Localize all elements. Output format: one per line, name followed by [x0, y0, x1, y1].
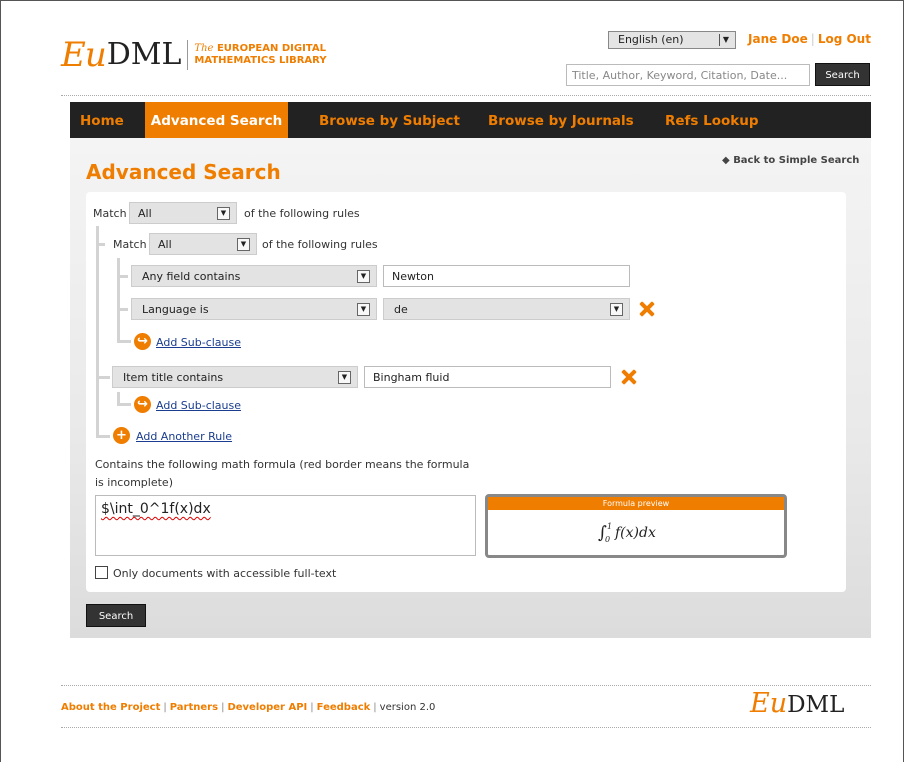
remove-rule2-close-icon[interactable] [639, 301, 655, 317]
back-to-simple-search[interactable]: ◆ Back to Simple Search [722, 155, 859, 166]
logo-dml: DML [106, 37, 182, 72]
language-value: English (en) [618, 33, 684, 46]
footer-links: About the Project | Partners | Developer API… [61, 702, 435, 713]
rule3-field-select[interactable]: Item title contains ▼ [112, 366, 358, 388]
tree-line [117, 340, 131, 343]
chevron-down-icon: ▼ [357, 303, 370, 316]
footer-separator: | [163, 702, 167, 713]
formula-label: Contains the following math formula (red… [95, 456, 469, 492]
chevron-down-icon: ▼ [719, 34, 732, 46]
match-select[interactable]: All ▼ [129, 202, 237, 224]
footer-about-link[interactable]: About the Project [61, 702, 160, 713]
add-subclause-link-2[interactable]: Add Sub-clause [156, 399, 241, 412]
tagline-line1: EUROPEAN DIGITAL [216, 43, 326, 54]
subclause-arrow-icon[interactable]: ↪ [134, 333, 151, 350]
chevron-down-icon: ▼ [610, 303, 623, 316]
footer-feedback-link[interactable]: Feedback [317, 702, 371, 713]
back-arrow-icon: ◆ [722, 155, 730, 166]
tree-line [96, 243, 105, 246]
footer-divider [61, 685, 871, 686]
formula-preview-title: Formula preview [488, 497, 784, 510]
rule2-value-select[interactable]: de ▼ [383, 298, 630, 320]
page-title: Advanced Search [86, 160, 281, 184]
formula-value: $\int_0^1f(x)dx [101, 501, 211, 517]
add-subclause-link-1[interactable]: Add Sub-clause [156, 336, 241, 349]
formula-render-svg: ∫ 1 0 f(x)dx [598, 522, 656, 544]
footer-separator: | [373, 702, 377, 713]
sub-match-select[interactable]: All ▼ [149, 233, 257, 255]
rule1-field-select[interactable]: Any field contains ▼ [131, 265, 377, 287]
footer-developer-api-link[interactable]: Developer API [227, 702, 307, 713]
chevron-down-icon: ▼ [357, 270, 370, 283]
formula-textarea[interactable]: $\int_0^1f(x)dx [95, 495, 476, 556]
back-link-label: Back to Simple Search [733, 155, 860, 166]
nav-home[interactable]: Home [80, 102, 124, 138]
chevron-down-icon: ▼ [217, 207, 230, 220]
footer-separator: | [221, 702, 225, 713]
tree-line [117, 403, 131, 406]
logo-eu: Eu [61, 35, 107, 75]
main-nav: Home Advanced Search Browse by Subject B… [70, 102, 871, 138]
rule1-value-input[interactable]: Newton [383, 265, 630, 287]
formula-label-line1: Contains the following math formula (red… [95, 458, 470, 471]
rule2-field-value: Language is [142, 303, 209, 316]
logo-tagline: The EUROPEAN DIGITAL MATHEMATICS LIBRARY [194, 43, 326, 67]
footer-partners-link[interactable]: Partners [170, 702, 218, 713]
remove-rule3-close-icon[interactable] [621, 369, 637, 385]
svg-text:0: 0 [605, 535, 610, 544]
chevron-down-icon: ▼ [338, 371, 351, 384]
tree-line [96, 376, 110, 379]
formula-preview: Formula preview ∫ 1 0 f(x)dx [485, 494, 787, 558]
nav-refs-lookup[interactable]: Refs Lookup [665, 102, 759, 138]
footer-separator: | [310, 702, 314, 713]
tree-line [96, 435, 110, 438]
formula-label-line2: is incomplete) [95, 476, 173, 489]
footer-logo-dml: DML [787, 692, 845, 718]
search-input[interactable]: Title, Author, Keyword, Citation, Date..… [566, 64, 810, 86]
nav-browse-journals[interactable]: Browse by Journals [488, 102, 634, 138]
nav-browse-subject[interactable]: Browse by Subject [319, 102, 460, 138]
user-separator: | [810, 32, 815, 46]
tree-line [117, 308, 128, 311]
footer-logo-eu: Eu [750, 688, 788, 719]
fulltext-checkbox[interactable] [95, 566, 108, 579]
rule3-value-input[interactable]: Bingham fluid [364, 366, 611, 388]
tagline-line2: MATHEMATICS LIBRARY [194, 55, 327, 66]
subclause-arrow-icon[interactable]: ↪ [134, 396, 151, 413]
tree-line [117, 258, 120, 342]
header-divider [61, 95, 871, 96]
match-rules-text: of the following rules [244, 207, 360, 220]
sub-match-rules-text: of the following rules [262, 238, 378, 251]
tree-line [96, 226, 99, 438]
rule3-field-value: Item title contains [123, 371, 224, 384]
svg-text:1: 1 [607, 522, 612, 531]
rule2-value: de [394, 303, 408, 316]
match-label: Match [93, 207, 127, 220]
logo-divider [187, 40, 189, 70]
sub-match-value: All [158, 238, 172, 251]
footer-version: version 2.0 [379, 702, 436, 713]
top-search-button[interactable]: Search [815, 63, 870, 86]
language-select[interactable]: English (en) ▼ [608, 31, 736, 49]
fulltext-label: Only documents with accessible full-text [113, 567, 337, 580]
formula-preview-render: ∫ 1 0 f(x)dx [488, 510, 784, 548]
sub-match-label: Match [113, 238, 147, 251]
logout-link[interactable]: Log Out [818, 32, 871, 46]
rule2-field-select[interactable]: Language is ▼ [131, 298, 377, 320]
eudml-logo[interactable]: Eu DML The EUROPEAN DIGITAL MATHEMATICS … [61, 38, 327, 72]
footer-divider [61, 727, 871, 728]
tree-line [117, 275, 128, 278]
footer-logo[interactable]: Eu DML [750, 690, 844, 717]
tagline-the: The [194, 43, 214, 54]
chevron-down-icon: ▼ [237, 238, 250, 251]
add-plus-icon[interactable]: + [113, 427, 130, 444]
add-another-rule-link[interactable]: Add Another Rule [136, 430, 232, 443]
match-value: All [138, 207, 152, 220]
user-name-link[interactable]: Jane Doe [748, 32, 808, 46]
search-button[interactable]: Search [86, 604, 146, 627]
user-menu: Jane Doe | Log Out [748, 32, 871, 46]
nav-advanced-search[interactable]: Advanced Search [145, 102, 288, 138]
svg-text:f(x)dx: f(x)dx [614, 525, 656, 541]
rule1-field-value: Any field contains [142, 270, 241, 283]
